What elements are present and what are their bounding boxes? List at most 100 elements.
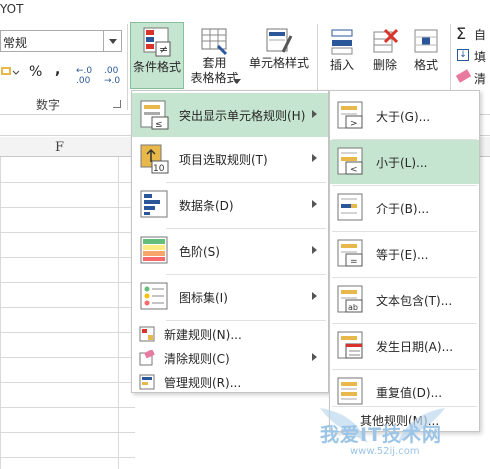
svg-text:=: = <box>350 257 358 267</box>
grid-line <box>0 407 135 408</box>
manage-rules-icon <box>139 374 155 390</box>
delete-label: 删除 <box>372 58 397 72</box>
chevron-right-icon <box>312 353 321 361</box>
dialog-launcher-icon[interactable] <box>113 100 121 108</box>
fill-label: 填 <box>474 50 487 64</box>
cell-style-button[interactable]: 单元格样式 <box>246 22 312 89</box>
clear-label: 清 <box>474 72 487 86</box>
watermark-url: www.52ij.com <box>350 446 420 457</box>
highlight-rules-icon: ≤ <box>140 100 169 130</box>
autosum-label: 自 <box>474 28 487 42</box>
new-rule-icon <box>139 326 155 342</box>
format-label: 格式 <box>413 58 438 72</box>
currency-icon <box>1 67 20 75</box>
grid-line <box>0 382 135 383</box>
decrease-decimal-button[interactable]: .00 →.0 <box>104 66 126 86</box>
grid-line <box>0 332 135 333</box>
table-format-icon <box>201 28 227 56</box>
svg-text:≤: ≤ <box>155 120 163 130</box>
chevron-right-icon <box>312 110 321 118</box>
color-scales-icon <box>140 236 168 264</box>
grid-line <box>0 207 135 208</box>
grid-line <box>0 182 135 183</box>
format-icon <box>414 29 438 53</box>
greater-than-icon: > <box>337 101 363 129</box>
menu-item-date-occurring[interactable]: 发生日期(A)... <box>330 324 479 368</box>
number-format-select[interactable]: 常规 <box>0 30 122 52</box>
comma-button[interactable]: , <box>55 62 60 78</box>
svg-text:<: < <box>350 165 358 175</box>
increase-decimal-button[interactable]: ←.0 .00 <box>76 66 98 86</box>
menu-item-color-scales[interactable]: 色阶(S) <box>132 229 328 273</box>
chevron-right-icon <box>312 200 321 208</box>
calendar-icon <box>337 331 363 359</box>
grid-line <box>0 307 135 308</box>
top-bottom-rules-icon: 10 <box>140 144 169 174</box>
delete-button[interactable]: 删除 <box>365 22 405 80</box>
insert-button[interactable]: 插入 <box>322 22 362 80</box>
less-than-icon: < <box>337 147 363 175</box>
menu-item-label: 发生日期(A)... <box>376 340 454 354</box>
cell-style-label: 单元格样式 <box>248 56 309 70</box>
chevron-down-icon[interactable] <box>233 79 241 88</box>
format-button[interactable]: 格式 <box>406 22 446 80</box>
title-fragment: YOT <box>0 2 24 16</box>
menu-item-clear-rules[interactable]: 清除规则(C) <box>132 345 328 370</box>
menu-item-label: 色阶(S) <box>179 245 220 259</box>
conditional-format-menu: ≤ 突出显示单元格规则(H) 10 项目选取规则(T) 数据条(D) 色阶(S)… <box>131 90 329 393</box>
menu-item-label: 图标集(I) <box>179 291 228 305</box>
menu-item-text-contains[interactable]: ab 文本包含(T)... <box>330 278 479 322</box>
conditional-format-icon: ≠ <box>143 27 171 57</box>
menu-item-greater-than[interactable]: > 大于(G)... <box>330 94 479 138</box>
menu-item-between[interactable]: 介于(B)... <box>330 186 479 230</box>
insert-label: 插入 <box>329 58 354 72</box>
icon-sets-icon <box>140 282 168 310</box>
fill-icon[interactable]: ↓ <box>457 49 469 61</box>
number-format-value: 常规 <box>3 36 28 50</box>
clear-rules-icon <box>139 350 155 366</box>
data-bars-icon <box>140 190 168 218</box>
menu-item-label: 大于(G)... <box>376 110 431 124</box>
watermark: 我爱IT技术网 www.52ij.com <box>280 388 485 468</box>
grid-line <box>0 282 135 283</box>
svg-text:10: 10 <box>153 164 165 174</box>
insert-icon <box>331 29 353 55</box>
menu-item-new-rule[interactable]: 新建规则(N)... <box>132 321 328 346</box>
grid-line <box>0 357 135 358</box>
menu-item-highlight-rules[interactable]: ≤ 突出显示单元格规则(H) <box>132 93 328 137</box>
menu-item-icon-sets[interactable]: 图标集(I) <box>132 275 328 319</box>
text-contains-icon: ab <box>337 285 363 313</box>
grid-line <box>118 157 119 469</box>
menu-item-label: 项目选取规则(T) <box>179 153 268 167</box>
menu-item-less-than[interactable]: < 小于(L)... <box>330 140 479 184</box>
sum-icon[interactable]: Σ <box>456 24 466 43</box>
menu-item-label: 等于(E)... <box>376 248 429 262</box>
menu-item-data-bars[interactable]: 数据条(D) <box>132 183 328 227</box>
between-icon <box>337 193 363 221</box>
menu-item-label: 管理规则(R)... <box>164 376 242 390</box>
column-header-f[interactable]: F <box>55 140 64 155</box>
percent-button[interactable]: % <box>29 64 42 80</box>
equal-to-icon: = <box>337 239 363 267</box>
menu-item-top-bottom-rules[interactable]: 10 项目选取规则(T) <box>132 137 328 181</box>
watermark-text: 我爱IT技术网 <box>320 424 443 446</box>
svg-text:≠: ≠ <box>159 43 168 56</box>
svg-text:>: > <box>350 119 358 129</box>
menu-item-label: 小于(L)... <box>376 156 428 170</box>
grid-line <box>0 432 135 433</box>
chevron-down-icon[interactable] <box>103 31 121 51</box>
highlight-rules-submenu: > 大于(G)... < 小于(L)... 介于(B)... = 等于(E)..… <box>329 90 480 432</box>
accounting-format-button[interactable] <box>0 63 20 81</box>
delete-icon <box>373 28 399 53</box>
menu-item-label: 文本包含(T)... <box>376 294 453 308</box>
menu-item-label: 数据条(D) <box>179 199 234 213</box>
menu-item-label: 介于(B)... <box>376 202 430 216</box>
grid-line <box>0 457 135 458</box>
grid-line <box>0 157 1 469</box>
grid-line <box>0 257 135 258</box>
menu-item-label: 突出显示单元格规则(H) <box>179 109 306 123</box>
chevron-right-icon <box>312 154 321 162</box>
menu-item-equal-to[interactable]: = 等于(E)... <box>330 232 479 276</box>
conditional-format-button[interactable]: ≠ 条件格式 <box>130 22 184 89</box>
table-format-label-1: 套用 <box>202 56 227 70</box>
